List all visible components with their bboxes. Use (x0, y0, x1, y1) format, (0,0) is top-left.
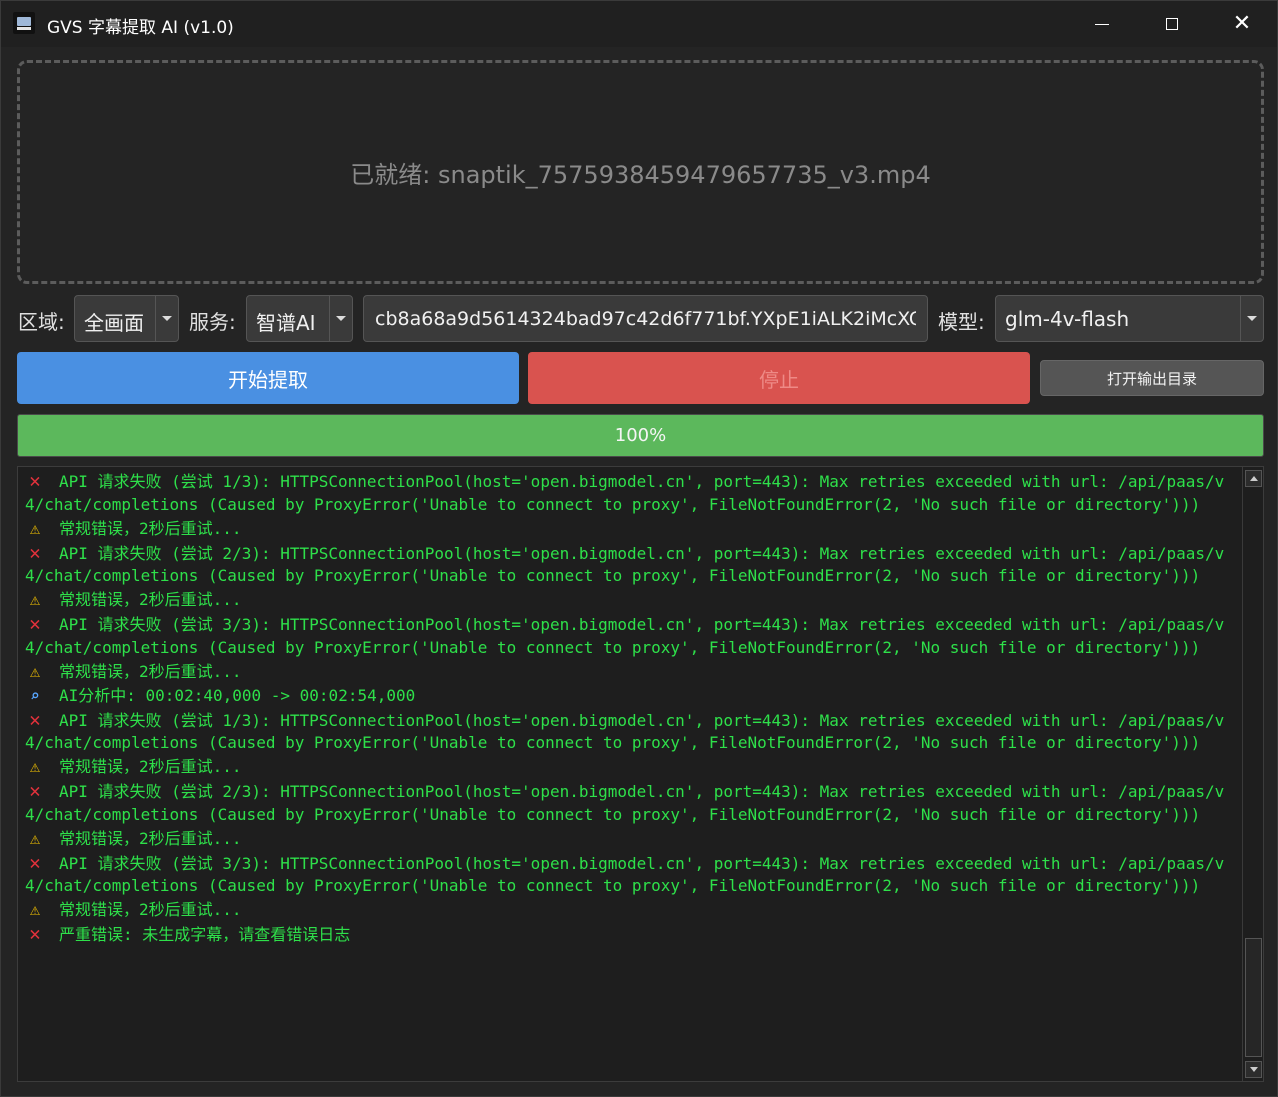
maximize-icon (1166, 18, 1178, 30)
log-line: ✕ 严重错误: 未生成字幕，请查看错误日志 (25, 923, 1237, 947)
log-line: ⚠ 常规错误，2秒后重试... (25, 756, 1237, 779)
warning-icon: ⚠ (29, 757, 41, 777)
log-line: ⚠ 常规错误，2秒后重试... (25, 828, 1237, 851)
app-window: GVS 字幕提取 AI (v1.0) ✕ 已就绪: snaptik_757593… (0, 0, 1278, 1097)
scroll-down-arrow-icon[interactable] (1245, 1061, 1262, 1078)
log-line-text: 常规错误，2秒后重试... (59, 900, 242, 919)
progress-bar: 100% (17, 414, 1264, 457)
ready-status-text: 已就绪: snaptik_7575938459479657735_v3.mp4 (350, 160, 931, 189)
region-select[interactable]: 全画面 (74, 295, 179, 342)
log-line-text: 常规错误，2秒后重试... (59, 828, 242, 848)
service-label: 服务: (189, 310, 236, 334)
log-line-text: API 请求失败 (尝试 2/3): HTTPSConnectionPool(h… (25, 543, 1225, 586)
model-label: 模型: (938, 310, 985, 334)
chevron-down-icon[interactable] (1240, 296, 1263, 341)
log-line-text: 常规错误，2秒后重试... (59, 518, 242, 538)
maximize-button[interactable] (1137, 1, 1207, 47)
start-extract-button[interactable]: 开始提取 (17, 352, 519, 404)
log-line: ⚠ 常规错误，2秒后重试... (25, 899, 1237, 922)
region-select-value: 全画面 (84, 311, 144, 335)
log-line: ⚠ 常规错误，2秒后重试... (25, 518, 1237, 541)
model-select[interactable]: glm-4v-flash (995, 295, 1264, 342)
minimize-button[interactable] (1067, 1, 1137, 47)
warning-icon: ⚠ (29, 518, 41, 539)
log-line: ✕ API 请求失败 (尝试 1/3): HTTPSConnectionPool(… (25, 470, 1237, 516)
chevron-down-icon[interactable] (155, 296, 178, 341)
close-button[interactable]: ✕ (1207, 1, 1277, 47)
log-line: ⌕ AI分析中: 00:02:40,000 -> 00:02:54,000 (25, 685, 1237, 708)
error-cross-icon: ✕ (29, 851, 41, 874)
log-line-text: 严重错误: 未生成字幕，请查看错误日志 (59, 925, 351, 944)
log-line-text: API 请求失败 (尝试 2/3): HTTPSConnectionPool(h… (25, 782, 1225, 824)
log-line: ✕ API 请求失败 (尝试 2/3): HTTPSConnectionPool(… (25, 780, 1237, 826)
log-line-text: API 请求失败 (尝试 1/3): HTTPSConnectionPool(h… (25, 472, 1225, 514)
scroll-up-arrow-icon[interactable] (1245, 470, 1262, 487)
open-output-dir-button[interactable]: 打开输出目录 (1040, 360, 1264, 396)
title-bar[interactable]: GVS 字幕提取 AI (v1.0) ✕ (1, 1, 1277, 47)
chevron-down-icon[interactable] (329, 296, 352, 341)
error-cross-icon: ✕ (29, 708, 41, 731)
model-select-value: glm-4v-flash (1005, 307, 1130, 331)
log-scrollbar[interactable] (1242, 467, 1263, 1081)
log-output-panel[interactable]: ✕ API 请求失败 (尝试 1/3): HTTPSConnectionPool(… (17, 466, 1264, 1082)
log-line-text: API 请求失败 (尝试 1/3): HTTPSConnectionPool(h… (25, 710, 1225, 753)
log-line-text: 常规错误，2秒后重试... (59, 757, 242, 776)
service-select-value: 智谱AI (256, 311, 316, 335)
search-icon: ⌕ (30, 685, 40, 705)
region-label: 区域: (18, 310, 65, 334)
close-icon: ✕ (1232, 11, 1252, 36)
api-key-input[interactable] (364, 296, 927, 341)
warning-icon: ⚠ (29, 590, 41, 610)
error-cross-icon: ✕ (29, 780, 41, 802)
error-cross-icon: ✕ (29, 923, 41, 945)
window-title: GVS 字幕提取 AI (v1.0) (47, 18, 234, 38)
app-logo-icon (13, 12, 35, 34)
log-content: ✕ API 请求失败 (尝试 1/3): HTTPSConnectionPool(… (25, 470, 1237, 947)
log-line: ✕ API 请求失败 (尝试 3/3): HTTPSConnectionPool(… (25, 613, 1237, 659)
log-line-text: 常规错误，2秒后重试... (59, 661, 242, 681)
progress-label: 100% (614, 425, 667, 446)
stop-button[interactable]: 停止 (528, 352, 1030, 404)
log-line-text: API 请求失败 (尝试 3/3): HTTPSConnectionPool(h… (25, 615, 1225, 657)
api-key-field[interactable] (363, 295, 928, 342)
log-line-text: API 请求失败 (尝试 3/3): HTTPSConnectionPool(h… (25, 853, 1225, 896)
service-select[interactable]: 智谱AI (246, 295, 353, 342)
scrollbar-thumb[interactable] (1245, 938, 1262, 1057)
error-cross-icon: ✕ (29, 613, 41, 635)
log-line: ⚠ 常规错误，2秒后重试... (25, 661, 1237, 684)
warning-icon: ⚠ (29, 900, 41, 920)
warning-icon: ⚠ (29, 828, 41, 849)
log-line: ✕ API 请求失败 (尝试 3/3): HTTPSConnectionPool(… (25, 852, 1237, 898)
log-line-text: 常规错误，2秒后重试... (59, 590, 242, 609)
minimize-icon (1095, 23, 1109, 25)
log-line: ✕ API 请求失败 (尝试 1/3): HTTPSConnectionPool(… (25, 709, 1237, 755)
error-cross-icon: ✕ (29, 541, 41, 564)
log-line: ⚠ 常规错误，2秒后重试... (25, 589, 1237, 612)
video-drop-zone[interactable]: 已就绪: snaptik_7575938459479657735_v3.mp4 (17, 60, 1264, 284)
log-line: ✕ API 请求失败 (尝试 2/3): HTTPSConnectionPool(… (25, 542, 1237, 588)
error-cross-icon: ✕ (29, 470, 41, 492)
log-line-text: AI分析中: 00:02:40,000 -> 00:02:54,000 (59, 685, 416, 705)
warning-icon: ⚠ (29, 661, 41, 682)
